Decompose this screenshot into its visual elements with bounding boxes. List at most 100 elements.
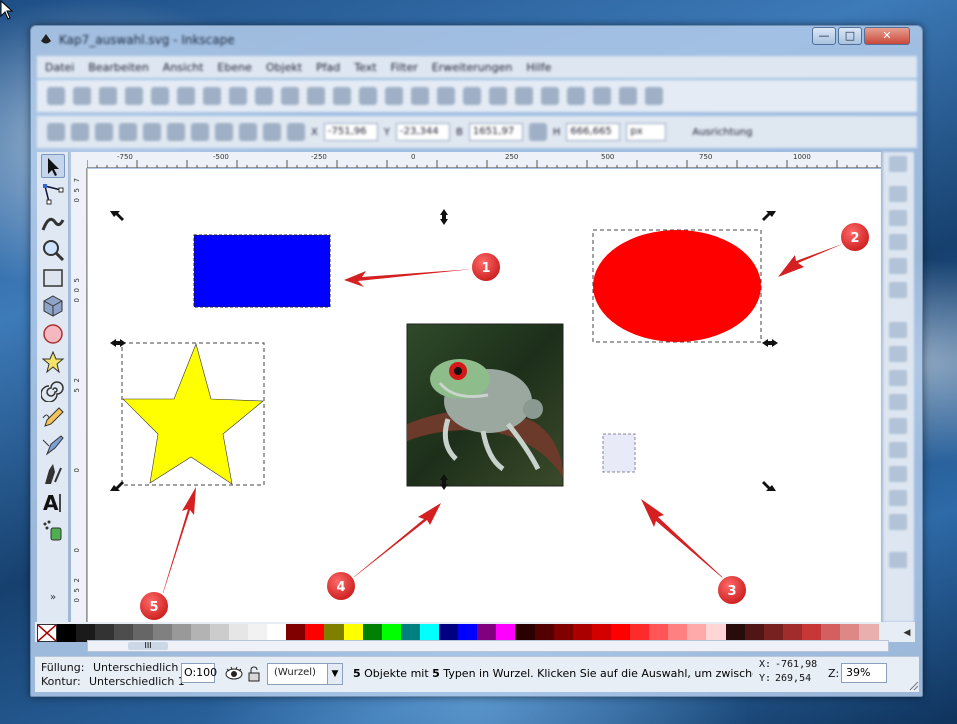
flip-horizontal-icon[interactable] [167,123,185,141]
no-paint-swatch[interactable] [37,624,57,642]
calligraphy-tool-icon[interactable] [41,462,65,486]
deselect-icon[interactable] [95,123,113,141]
import-icon[interactable] [151,87,169,105]
title-bar[interactable]: Kap7_auswahl.svg - Inkscape — □ ✕ [31,26,922,54]
snap-rotation-icon[interactable] [889,490,907,506]
color-swatch[interactable] [57,624,77,642]
select-all-layers-icon[interactable] [71,123,89,141]
xml-editor-icon[interactable] [593,87,611,105]
clone-icon[interactable] [437,87,455,105]
node-tool-icon[interactable] [41,182,65,206]
lock-ratio-icon[interactable] [528,123,547,141]
zoom-drawing-icon[interactable] [359,87,377,105]
snap-grid-icon[interactable] [889,552,907,568]
width-field[interactable]: 1651,97 [468,123,523,141]
flip-vertical-icon[interactable] [191,123,209,141]
menu-item-filter[interactable]: Filter [391,61,418,74]
frog-photo[interactable] [406,323,564,487]
horizontal-ruler[interactable]: -750 -500 -250 0 250 500 750 1000 [87,152,881,168]
opacity-field[interactable]: O:100 [181,663,217,683]
menu-item-ebene[interactable]: Ebene [217,61,251,74]
zoom-page-icon[interactable] [385,87,403,105]
menu-item-objekt[interactable]: Objekt [266,61,302,74]
snap-cusp-icon[interactable] [889,394,907,410]
print-icon[interactable] [125,87,143,105]
snap-center-icon[interactable] [889,466,907,482]
snap-smooth-icon[interactable] [889,418,907,434]
tweak-tool-icon[interactable] [41,210,65,234]
star-tool-icon[interactable] [41,350,65,374]
chevron-down-icon[interactable]: ▼ [327,663,343,685]
spiral-tool-icon[interactable] [40,378,65,403]
save-icon[interactable] [99,87,117,105]
menu-item-erweiterungen[interactable]: Erweiterungen [432,61,513,74]
selector-tool-icon[interactable] [41,154,65,178]
ungroup-icon[interactable] [515,87,533,105]
resize-grip-icon[interactable] [907,679,919,691]
text-font-icon[interactable] [567,87,585,105]
toolbox-more-button[interactable]: » [41,592,65,608]
scrollbar-thumb[interactable]: III [128,642,168,650]
menu-item-ansicht[interactable]: Ansicht [163,61,204,74]
pen-tool-icon[interactable] [41,434,65,458]
menu-item-hilfe[interactable]: Hilfe [526,61,551,74]
zoom-field[interactable]: 39% [841,663,887,683]
x-field[interactable]: -751,96 [323,123,378,141]
new-document-icon[interactable] [47,87,65,105]
stroke-value[interactable]: Unterschiedlich 1 [89,675,185,688]
y-field[interactable]: -23,344 [395,123,450,141]
minimize-button[interactable]: — [812,27,836,45]
menu-item-pfad[interactable]: Pfad [316,61,340,74]
undo-icon[interactable] [203,87,221,105]
palette-scroll-left-icon[interactable]: ◀ [901,624,913,642]
lower-icon[interactable] [263,123,281,141]
spray-tool-icon[interactable] [41,518,65,542]
zoom-tool-icon[interactable] [41,238,65,262]
rotate-cw-icon[interactable] [143,123,161,141]
copy-icon[interactable] [255,87,273,105]
group-icon[interactable] [489,87,507,105]
snap-bbox-midpoint-icon[interactable] [889,258,907,274]
snap-nodes-icon[interactable] [889,322,907,338]
lock-icon[interactable] [247,665,261,683]
small-pale-rectangle[interactable] [602,433,636,473]
close-button[interactable]: ✕ [864,27,910,45]
vertical-ruler[interactable]: 7 5 0 5 0 0 2 5 0 0 2 5 0 [71,168,87,622]
snap-toggle-icon[interactable] [889,156,907,172]
menu-item-datei[interactable]: Datei [45,61,74,74]
open-icon[interactable] [73,87,91,105]
maximize-button[interactable]: □ [838,27,862,45]
height-field[interactable]: 666,665 [566,123,621,141]
yellow-star[interactable] [122,343,264,485]
pencil-tool-icon[interactable] [41,406,65,430]
snap-bbox-corner-icon[interactable] [889,234,907,250]
menu-item-bearbeiten[interactable]: Bearbeiten [88,61,148,74]
fill-value[interactable]: Unterschiedlich [93,661,178,674]
rotate-ccw-icon[interactable] [119,123,137,141]
cut-icon[interactable] [281,87,299,105]
eye-visibility-icon[interactable] [225,665,243,681]
snap-page-icon[interactable] [889,514,907,530]
paste-icon[interactable] [307,87,325,105]
snap-midpoint-icon[interactable] [889,442,907,458]
drawing-canvas[interactable]: 1 2 3 4 5 [88,169,881,622]
ellipse-tool-icon[interactable] [41,322,65,346]
horizontal-scrollbar[interactable]: III [87,640,889,652]
select-all-icon[interactable] [47,123,65,141]
snap-bbox-edge-icon[interactable] [889,210,907,226]
unlink-clone-icon[interactable] [463,87,481,105]
snap-bbox-center-icon[interactable] [889,282,907,298]
raise-top-icon[interactable] [215,123,233,141]
snap-intersection-icon[interactable] [889,370,907,386]
rectangle-tool-icon[interactable] [41,266,65,290]
align-distribute-icon[interactable] [619,87,637,105]
blue-rectangle[interactable] [193,234,331,308]
snap-bbox-icon[interactable] [889,186,907,202]
settings-label[interactable]: Ausrichtung [692,127,752,138]
preferences-icon[interactable] [645,87,663,105]
snap-path-icon[interactable] [889,346,907,362]
raise-icon[interactable] [239,123,257,141]
redo-icon[interactable] [229,87,247,105]
export-icon[interactable] [177,87,195,105]
menu-item-text[interactable]: Text [354,61,376,74]
